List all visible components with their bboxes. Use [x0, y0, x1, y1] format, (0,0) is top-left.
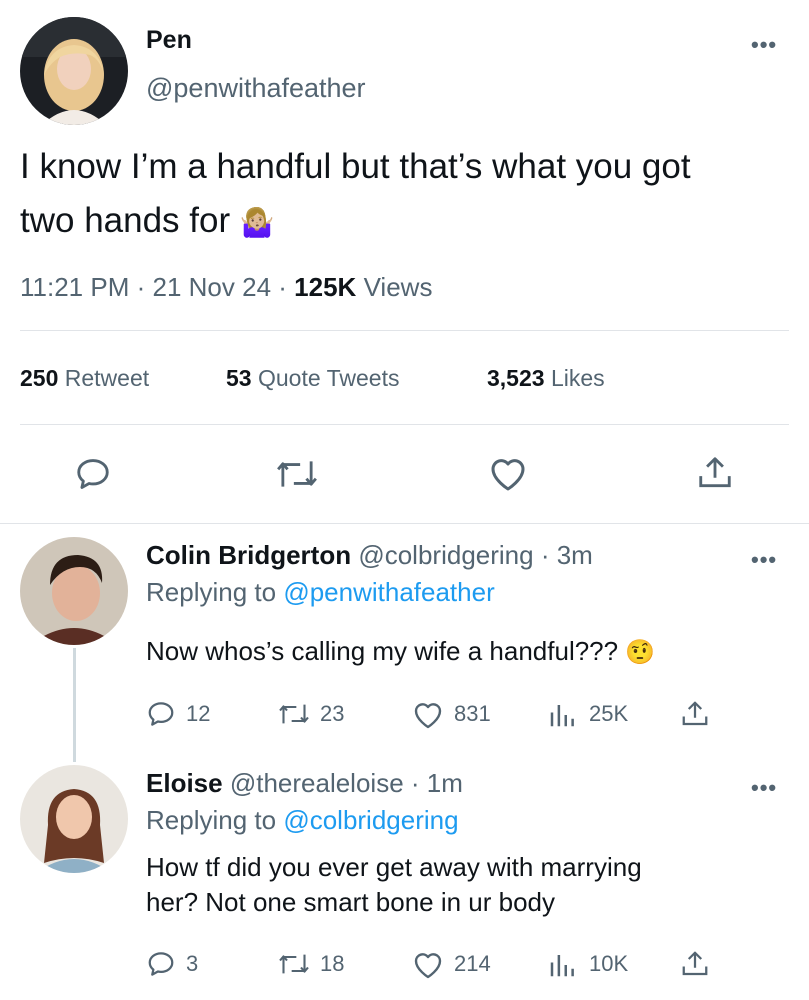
- avatar-colin-image: [20, 537, 128, 645]
- reply-icon[interactable]: [146, 949, 176, 979]
- share-icon[interactable]: [680, 948, 710, 980]
- view-count: 25K: [589, 701, 629, 726]
- reply-header: Colin Bridgerton @colbridgering · 3m: [146, 540, 593, 571]
- handle[interactable]: @penwithafeather: [146, 73, 366, 104]
- reply-text-line-1: How tf did you ever get away with marryi…: [146, 852, 642, 882]
- reply-handle[interactable]: @therealeloise: [230, 768, 404, 798]
- like-count: 214: [454, 951, 491, 976]
- avatar-colin[interactable]: [20, 537, 128, 645]
- tweet-text: I know I’m a handful but that’s what you…: [20, 140, 800, 250]
- replying-to-label: Replying to: [146, 577, 277, 607]
- more-icon[interactable]: •••: [751, 549, 777, 571]
- retweet-count: 23: [320, 701, 345, 726]
- more-icon[interactable]: •••: [751, 34, 777, 56]
- divider-thread: [0, 523, 809, 524]
- retweets-stat[interactable]: 250 Retweet: [20, 364, 149, 392]
- reply-icon[interactable]: [146, 699, 176, 729]
- reply-count: 12: [186, 701, 211, 726]
- retweets-label: Retweet: [64, 365, 150, 391]
- avatar-pen[interactable]: [20, 17, 128, 125]
- heart-icon[interactable]: [412, 950, 444, 980]
- meta-separator-2: ·: [278, 272, 287, 302]
- retweet-icon[interactable]: [276, 700, 312, 728]
- tweet-text-line-2-text: two hands for: [20, 201, 231, 240]
- reply-count: 3: [186, 951, 199, 976]
- views-icon[interactable]: [547, 950, 577, 980]
- heart-icon[interactable]: [488, 455, 528, 493]
- reply-text-line-2: her? Not one smart bone in ur body: [146, 887, 556, 917]
- tweet-text-line-2: two hands for 🤷🏼‍♀️: [20, 194, 800, 250]
- more-icon[interactable]: •••: [751, 777, 777, 799]
- avatar-eloise-image: [20, 765, 128, 873]
- views-count: 125K: [294, 272, 357, 302]
- reply-text: How tf did you ever get away with marryi…: [146, 850, 786, 920]
- retweet-count: 18: [320, 951, 345, 976]
- reply-text: Now whos’s calling my wife a handful??? …: [146, 634, 655, 670]
- tweet-time[interactable]: 11:21 PM: [20, 272, 129, 302]
- reply-time[interactable]: · 1m: [411, 768, 463, 798]
- raised-eyebrow-emoji: 🤨: [625, 639, 656, 666]
- divider-stats: [20, 424, 789, 425]
- likes-stat[interactable]: 3,523 Likes: [487, 364, 605, 392]
- meta-separator-1: ·: [136, 272, 146, 302]
- view-count: 10K: [589, 951, 629, 976]
- views-icon[interactable]: [547, 700, 577, 730]
- thread-connector: [73, 648, 76, 762]
- reply-display-name[interactable]: Colin Bridgerton: [146, 540, 351, 570]
- share-icon[interactable]: [696, 453, 734, 493]
- replying-to: Replying to @colbridgering: [146, 805, 459, 836]
- share-icon[interactable]: [680, 698, 710, 730]
- replying-to: Replying to @penwithafeather: [146, 577, 495, 608]
- like-count: 831: [454, 701, 491, 726]
- replying-to-handle[interactable]: @colbridgering: [283, 805, 458, 835]
- quotes-label: Quote Tweets: [257, 365, 400, 391]
- reply-handle[interactable]: @colbridgering: [358, 540, 533, 570]
- reply-time[interactable]: · 3m: [541, 540, 593, 570]
- avatar-eloise[interactable]: [20, 765, 128, 873]
- reply-display-name[interactable]: Eloise: [146, 768, 223, 798]
- quotes-stat[interactable]: 53 Quote Tweets: [226, 364, 399, 392]
- retweet-icon[interactable]: [275, 455, 319, 493]
- tweet-text-line-1: I know I’m a handful but that’s what you…: [20, 147, 691, 186]
- avatar-pen-image: [20, 17, 128, 125]
- reply-text-line-1: Now whos’s calling my wife a handful???: [146, 636, 619, 666]
- tweet-meta: 11:21 PM · 21 Nov 24 · 125K Views: [20, 272, 432, 303]
- reply-icon[interactable]: [74, 455, 112, 493]
- retweets-count: 250: [20, 365, 59, 391]
- views-label: Views: [363, 272, 433, 302]
- reply-header: Eloise @therealeloise · 1m: [146, 768, 463, 799]
- retweet-icon[interactable]: [276, 950, 312, 978]
- likes-count: 3,523: [487, 365, 545, 391]
- display-name[interactable]: Pen: [146, 26, 192, 55]
- replying-to-label: Replying to: [146, 805, 277, 835]
- divider-meta: [20, 330, 789, 331]
- likes-label: Likes: [550, 365, 605, 391]
- heart-icon[interactable]: [412, 700, 444, 730]
- shrug-emoji: 🤷🏼‍♀️: [239, 207, 275, 238]
- quotes-count: 53: [226, 365, 252, 391]
- replying-to-handle[interactable]: @penwithafeather: [283, 577, 494, 607]
- tweet-date[interactable]: 21 Nov 24: [153, 272, 272, 302]
